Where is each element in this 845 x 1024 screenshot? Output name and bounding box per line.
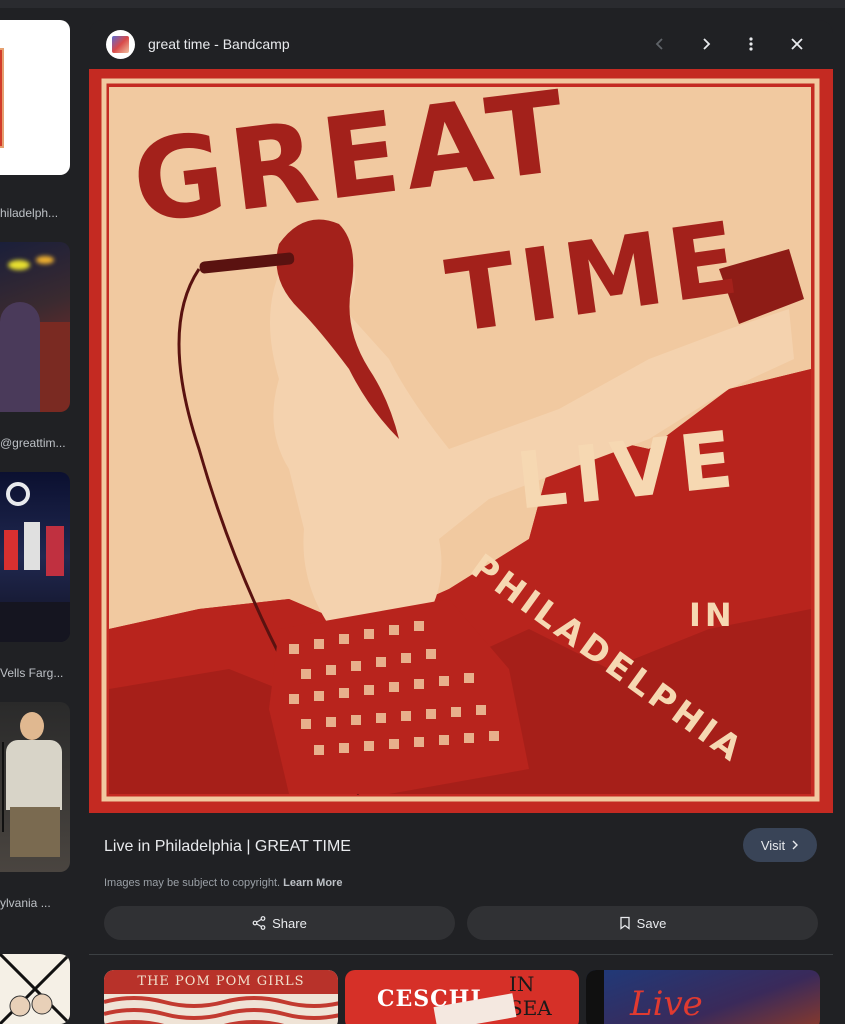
browser-top-bar: [0, 0, 845, 8]
image-title[interactable]: Live in Philadelphia | GREAT TIME: [104, 838, 351, 856]
result-thumbnail-3[interactable]: [0, 472, 70, 642]
image-preview-panel: great time - Bandcamp GREAT TIME LIVE IN…: [89, 20, 833, 1024]
visit-label: Visit: [760, 837, 786, 853]
related-image-3[interactable]: Live: [586, 970, 820, 1024]
copyright-text: Images may be subject to copyright.: [104, 877, 281, 889]
copyright-notice: Images may be subject to copyright. Lear…: [104, 877, 342, 889]
result-thumbnail-1[interactable]: [0, 20, 70, 175]
section-divider: [89, 954, 833, 955]
chevron-right-icon: [792, 840, 799, 850]
related-image-2-text-b: IN SEA: [509, 972, 552, 1020]
related-image-3-text: Live: [630, 984, 703, 1024]
more-options-button[interactable]: [738, 31, 764, 57]
panel-header: great time - Bandcamp: [89, 20, 833, 68]
site-title[interactable]: great time - Bandcamp: [148, 36, 290, 52]
album-artwork-image[interactable]: GREAT TIME LIVE IN PHILADELPHIA: [89, 69, 833, 813]
artwork-live-word: LIVE: [512, 414, 745, 528]
result-thumbnail-2[interactable]: [0, 242, 70, 412]
left-results-strip: hiladelph... @greattim... Vells Farg... …: [0, 8, 76, 1024]
more-vert-icon: [749, 37, 753, 51]
chevron-right-icon: [703, 38, 711, 50]
chevron-left-icon: [655, 38, 663, 50]
result-thumbnail-5[interactable]: [0, 954, 70, 1024]
result-caption-2[interactable]: @greattim...: [0, 436, 76, 450]
result-thumbnail-4[interactable]: [0, 702, 70, 872]
related-image-1-text: THE POM POM GIRLS: [137, 974, 305, 989]
artwork-in-word: IN: [689, 596, 736, 634]
visit-button[interactable]: Visit: [743, 828, 817, 862]
next-image-button[interactable]: [693, 31, 719, 57]
share-label: Share: [272, 915, 307, 931]
close-icon: [791, 38, 803, 50]
result-caption-1[interactable]: hiladelph...: [0, 206, 76, 220]
related-image-2[interactable]: CESCHI IN SEA: [345, 970, 579, 1024]
previous-image-button[interactable]: [647, 31, 673, 57]
share-icon: [252, 916, 266, 930]
related-image-1[interactable]: THE POM POM GIRLS: [104, 970, 338, 1024]
bookmark-icon: [620, 916, 630, 930]
result-caption-4[interactable]: ylvania ...: [0, 896, 76, 910]
site-favicon[interactable]: [106, 30, 135, 59]
close-button[interactable]: [784, 31, 810, 57]
share-button[interactable]: Share: [104, 906, 455, 940]
learn-more-link[interactable]: Learn More: [283, 877, 342, 889]
save-button[interactable]: Save: [467, 906, 818, 940]
save-label: Save: [636, 915, 667, 931]
result-caption-3[interactable]: Vells Farg...: [0, 666, 76, 680]
